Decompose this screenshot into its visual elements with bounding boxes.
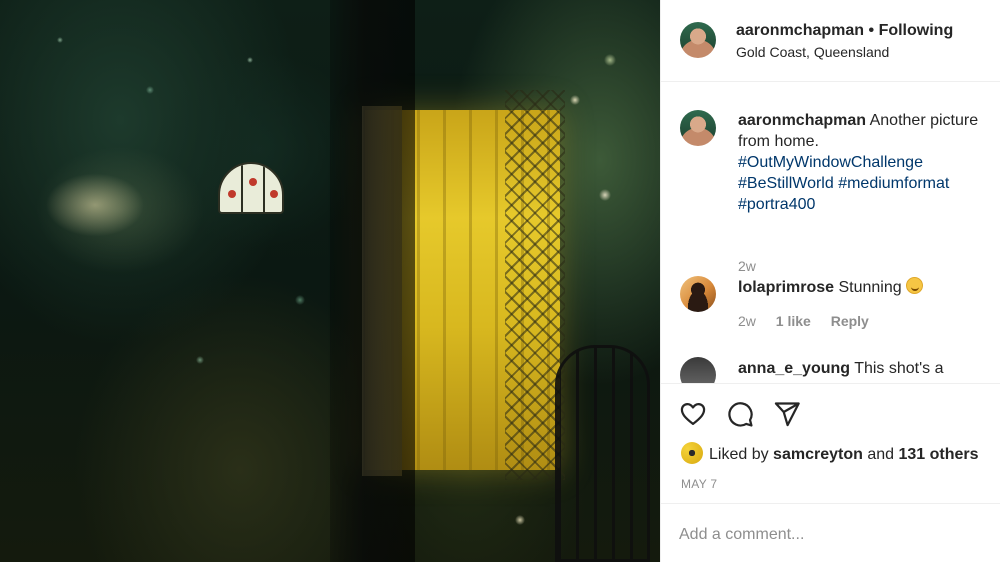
comment-likes[interactable]: 1 like bbox=[776, 313, 811, 329]
following-button[interactable]: Following bbox=[879, 22, 954, 39]
hashtag-link[interactable]: #portra400 bbox=[738, 196, 815, 213]
hashtag-link[interactable]: #OutMyWindowChallenge bbox=[738, 154, 923, 171]
post-photo[interactable] bbox=[0, 0, 660, 562]
comment-button[interactable] bbox=[726, 400, 754, 428]
like-button[interactable] bbox=[679, 400, 707, 428]
hashtag-link[interactable]: #mediumformat bbox=[838, 175, 949, 192]
header-username[interactable]: aaronmchapman bbox=[736, 22, 864, 39]
comment-text: anna_e_young This shot's a bbox=[738, 358, 998, 379]
avatar[interactable] bbox=[680, 276, 716, 312]
comment-meta: 2w 1 like Reply bbox=[738, 313, 885, 329]
post-date[interactable]: MAY 7 bbox=[681, 477, 717, 491]
heart-icon bbox=[680, 402, 706, 426]
share-button[interactable] bbox=[773, 400, 801, 428]
comments-list[interactable]: aaronmchapman Another picture from home.… bbox=[661, 83, 1000, 383]
header-user-line: aaronmchapman • Following bbox=[736, 22, 953, 40]
comment-username[interactable]: lolaprimrose bbox=[738, 279, 834, 296]
post-side-panel: aaronmchapman • Following Gold Coast, Qu… bbox=[660, 0, 1000, 562]
caption-meta: 2w bbox=[738, 258, 772, 274]
iron-gate bbox=[555, 345, 650, 562]
liker-username[interactable]: samcreyton bbox=[773, 446, 863, 463]
post-actions: Liked by samcreyton and 131 others MAY 7 bbox=[661, 383, 1000, 503]
post-header: aaronmchapman • Following Gold Coast, Qu… bbox=[661, 0, 1000, 82]
likes-joiner: and bbox=[867, 446, 895, 463]
location-link[interactable]: Gold Coast, Queensland bbox=[736, 44, 889, 60]
caption-username[interactable]: aaronmchapman bbox=[738, 112, 866, 129]
comment-time[interactable]: 2w bbox=[738, 313, 756, 329]
comment-username[interactable]: anna_e_young bbox=[738, 360, 850, 377]
avatar[interactable] bbox=[680, 22, 716, 58]
comment-body: Stunning bbox=[838, 279, 902, 296]
avatar[interactable] bbox=[681, 442, 703, 464]
add-comment-input[interactable] bbox=[679, 524, 939, 546]
avatar[interactable] bbox=[680, 357, 716, 383]
likes-summary: Liked by samcreyton and 131 others bbox=[681, 442, 979, 464]
likes-others-link[interactable]: 131 others bbox=[898, 446, 978, 463]
comment-body: This shot's a bbox=[854, 360, 944, 377]
likes-prefix: Liked by bbox=[709, 446, 769, 463]
dark-pillar bbox=[330, 0, 415, 562]
caption-time[interactable]: 2w bbox=[738, 258, 756, 274]
slightly-smiling-face-icon bbox=[905, 277, 923, 294]
comment-bubble-icon bbox=[728, 402, 753, 427]
separator-dot: • bbox=[868, 22, 875, 39]
add-comment-bar bbox=[661, 503, 1000, 562]
caption-text: aaronmchapman Another picture from home.… bbox=[738, 110, 998, 215]
reply-button[interactable]: Reply bbox=[831, 313, 869, 329]
avatar[interactable] bbox=[680, 110, 716, 146]
hashtag-link[interactable]: #BeStillWorld bbox=[738, 175, 834, 192]
comment-text: lolaprimrose Stunning bbox=[738, 277, 998, 298]
paper-plane-icon bbox=[774, 402, 800, 427]
